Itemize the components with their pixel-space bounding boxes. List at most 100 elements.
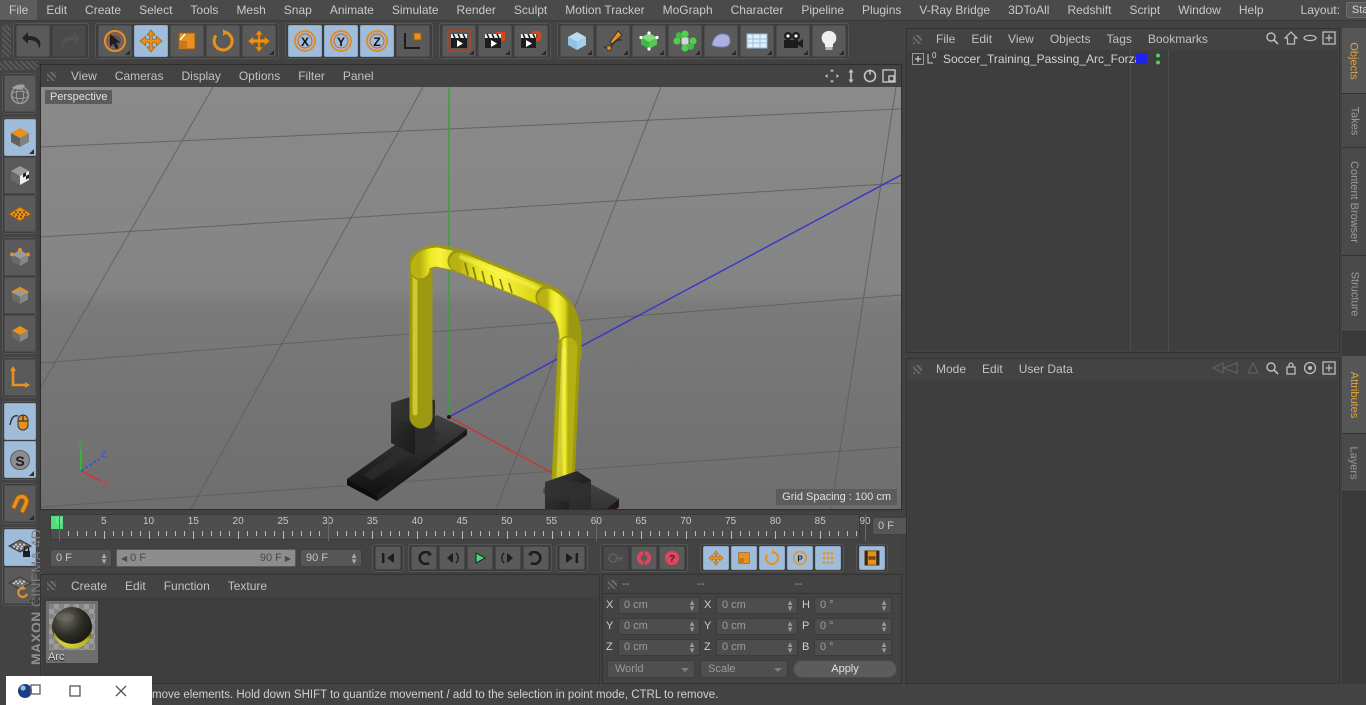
add-scene-object-button[interactable] xyxy=(740,25,774,57)
size-z-input[interactable]: 0 cm ▲ ▼ xyxy=(716,638,798,656)
pan-icon[interactable] xyxy=(824,68,840,84)
go-to-start-button[interactable] xyxy=(375,546,401,570)
menu-item-render[interactable]: Render xyxy=(448,0,505,20)
points-mode-button[interactable] xyxy=(4,239,36,276)
layout-preset-select[interactable]: Startup xyxy=(1345,2,1366,18)
menu-item-motion-tracker[interactable]: Motion Tracker xyxy=(556,0,653,20)
object-row-passing-arc[interactable]: 0 Soccer_Training_Passing_Arc_Forza xyxy=(908,50,1338,68)
menu-item-file[interactable]: File xyxy=(0,0,38,20)
soft-selection-button[interactable]: S xyxy=(4,441,36,478)
rotation-h-input[interactable]: 0 ° ▲ ▼ xyxy=(814,596,892,614)
menu-item-character[interactable]: Character xyxy=(722,0,793,20)
preview-range-right-arrow-icon[interactable]: ▶ xyxy=(285,554,291,563)
material-menu-function[interactable]: Function xyxy=(155,576,219,596)
spinner-icon[interactable]: ▲▼ xyxy=(100,552,108,566)
material-menu-texture[interactable]: Texture xyxy=(219,576,276,596)
tab-objects[interactable]: Objects xyxy=(1342,28,1366,94)
visibility-dots-icon[interactable] xyxy=(1154,52,1162,66)
home-icon[interactable] xyxy=(1284,31,1298,45)
search-icon[interactable] xyxy=(1265,361,1279,375)
y-axis-lock[interactable]: Y xyxy=(324,25,358,57)
play-button[interactable] xyxy=(467,546,493,570)
texture-mode-button[interactable] xyxy=(4,157,36,194)
viewport-menu-display[interactable]: Display xyxy=(172,66,229,86)
add-spline-button[interactable] xyxy=(596,25,630,57)
eye-icon[interactable] xyxy=(1303,31,1317,45)
tab-takes[interactable]: Takes xyxy=(1342,94,1366,148)
menu-item-plugins[interactable]: Plugins xyxy=(853,0,910,20)
tab-structure[interactable]: Structure xyxy=(1342,256,1366,332)
spinner-icon[interactable]: ▲▼ xyxy=(786,598,794,612)
viewport-menu-filter[interactable]: Filter xyxy=(289,66,334,86)
live-selection-tool[interactable] xyxy=(98,25,132,57)
spinner-icon[interactable]: ▲▼ xyxy=(880,619,888,633)
size-mode-select[interactable]: Scale xyxy=(700,660,788,678)
layer-color-swatch[interactable] xyxy=(1136,53,1147,64)
undo-button[interactable] xyxy=(16,25,50,57)
attribute-content[interactable] xyxy=(908,380,1338,682)
zoom-icon[interactable] xyxy=(843,68,859,84)
menu-item-v-ray-bridge[interactable]: V-Ray Bridge xyxy=(910,0,999,20)
material-list[interactable]: Arc xyxy=(42,597,598,682)
left-toolbar-grip[interactable] xyxy=(0,61,38,70)
add-cube-button[interactable] xyxy=(560,25,594,57)
scale-tool[interactable] xyxy=(170,25,204,57)
render-view-button[interactable] xyxy=(442,25,476,57)
menu-item-redshift[interactable]: Redshift xyxy=(1058,0,1120,20)
world-object-coordinates[interactable] xyxy=(396,25,430,57)
spinner-icon[interactable]: ▲▼ xyxy=(350,552,358,566)
record-active-objects-button[interactable] xyxy=(631,546,657,570)
coordinates-grip[interactable] xyxy=(608,579,617,589)
x-axis-lock[interactable]: X xyxy=(288,25,322,57)
add-light-button[interactable] xyxy=(812,25,846,57)
search-icon[interactable] xyxy=(1265,31,1279,45)
up-arrow-parent-icon[interactable] xyxy=(1246,361,1260,375)
material-manager-grip[interactable] xyxy=(47,581,56,590)
menu-item-mesh[interactable]: Mesh xyxy=(227,0,274,20)
position-z-input[interactable]: 0 cm ▲ ▼ xyxy=(618,638,700,656)
object-tree[interactable]: 0 Soccer_Training_Passing_Arc_Forza xyxy=(908,50,1338,351)
menu-item-tools[interactable]: Tools xyxy=(181,0,227,20)
cinema4d-sphere-icon[interactable] xyxy=(6,676,52,705)
menu-item-create[interactable]: Create xyxy=(76,0,130,20)
keyframe-selection-button[interactable]: ? xyxy=(659,546,685,570)
polygons-mode-button[interactable] xyxy=(4,315,36,352)
lock-icon[interactable] xyxy=(1284,361,1298,375)
maximize-window-button[interactable] xyxy=(52,676,98,705)
uv-mode-button[interactable] xyxy=(4,195,36,232)
add-camera-button[interactable] xyxy=(776,25,810,57)
position-x-input[interactable]: 0 cm ▲ ▼ xyxy=(618,596,700,614)
timeline-ruler[interactable]: 051015202530354045505560657075808590 xyxy=(50,514,871,541)
menu-item-window[interactable]: Window xyxy=(1169,0,1230,20)
keyframe-timeline-button[interactable] xyxy=(859,546,885,570)
maximize-icon[interactable] xyxy=(881,68,897,84)
make-editable-button[interactable] xyxy=(4,75,36,112)
enable-snapping-button[interactable] xyxy=(4,403,36,440)
size-x-input[interactable]: 0 cm ▲ ▼ xyxy=(716,596,798,614)
model-mode-button[interactable] xyxy=(4,119,36,156)
add-generator-button[interactable] xyxy=(632,25,666,57)
menu-item-script[interactable]: Script xyxy=(1120,0,1169,20)
menu-item-select[interactable]: Select xyxy=(130,0,181,20)
viewport-menu-cameras[interactable]: Cameras xyxy=(106,66,173,86)
menu-item-animate[interactable]: Animate xyxy=(321,0,383,20)
spinner-icon[interactable]: ▲▼ xyxy=(880,640,888,654)
scale-key-button[interactable] xyxy=(731,546,757,570)
spinner-icon[interactable]: ▲▼ xyxy=(688,619,696,633)
expander-plus-icon[interactable] xyxy=(912,53,924,65)
menu-item-simulate[interactable]: Simulate xyxy=(383,0,448,20)
next-frame-button[interactable] xyxy=(495,546,521,570)
tab-content-browser[interactable]: Content Browser xyxy=(1342,148,1366,256)
edges-mode-button[interactable] xyxy=(4,277,36,314)
attribute-menu-mode[interactable]: Mode xyxy=(928,360,974,379)
tab-attributes[interactable]: Attributes xyxy=(1342,356,1366,434)
move-tool[interactable] xyxy=(134,25,168,57)
object-manager-grip[interactable] xyxy=(913,34,922,44)
size-y-input[interactable]: 0 cm ▲ ▼ xyxy=(716,617,798,635)
preview-range-left-arrow-icon[interactable]: ◀ xyxy=(121,554,127,563)
coordinate-system-select[interactable]: World xyxy=(607,660,695,678)
menu-item-mograph[interactable]: MoGraph xyxy=(654,0,722,20)
object-menu-tags[interactable]: Tags xyxy=(1099,30,1140,49)
spinner-icon[interactable]: ▲▼ xyxy=(880,598,888,612)
attribute-menu-user-data[interactable]: User Data xyxy=(1011,360,1081,379)
